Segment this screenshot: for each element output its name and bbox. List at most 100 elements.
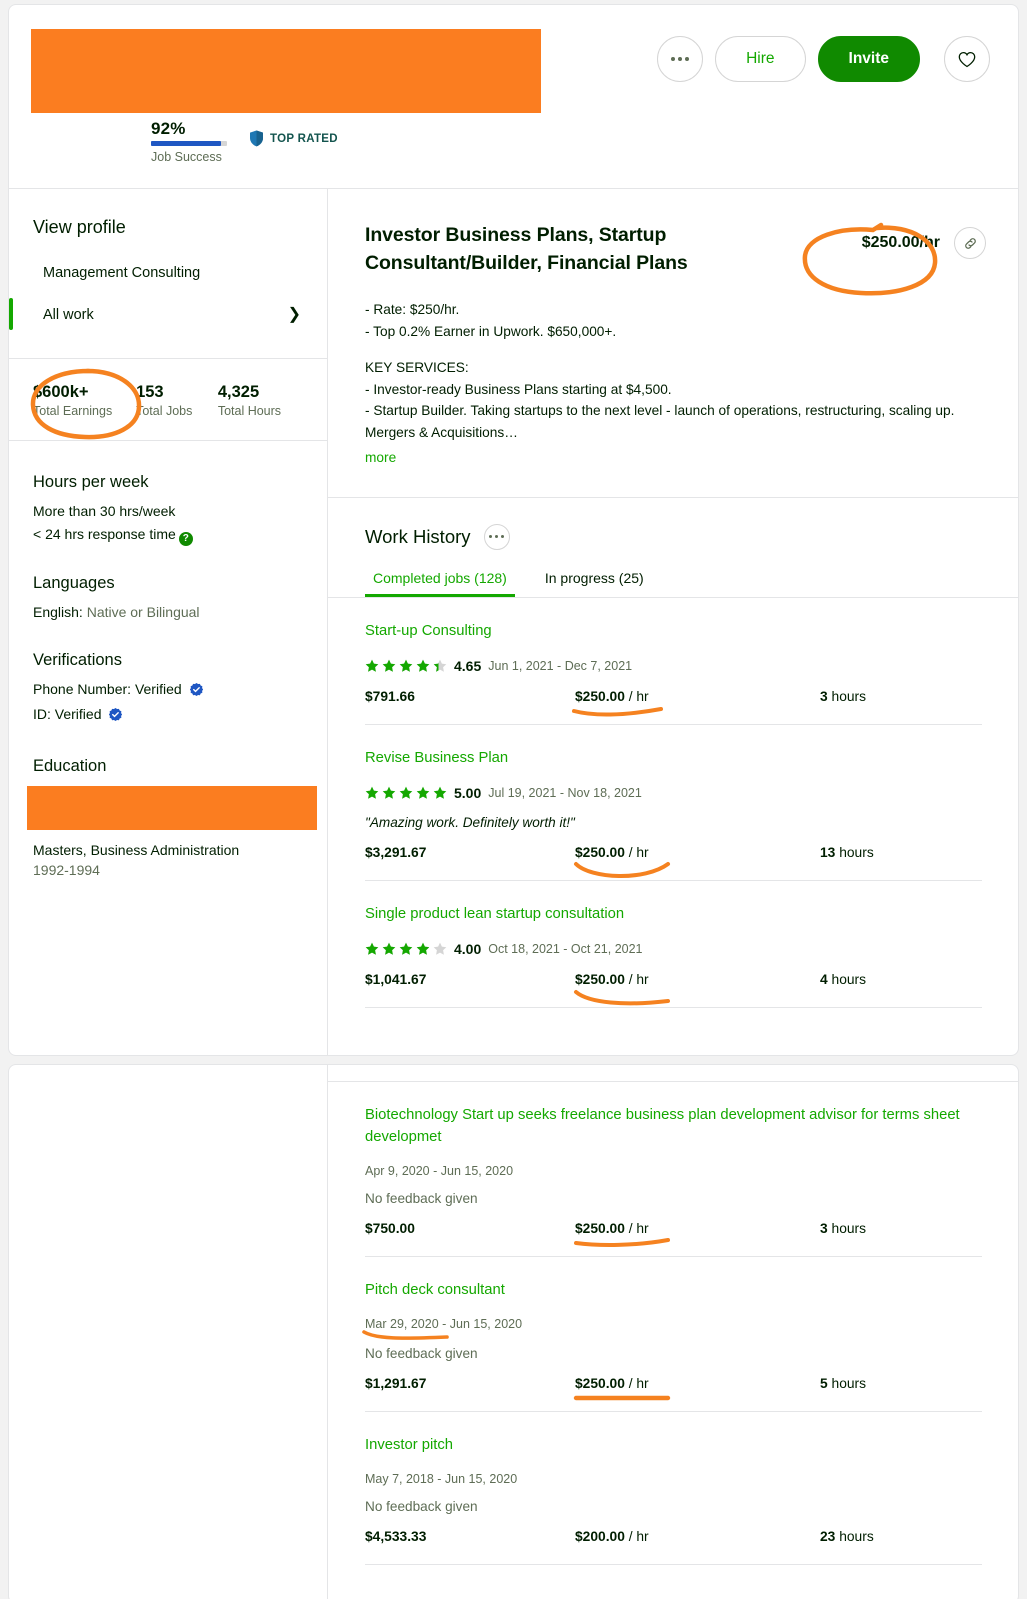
work-history-item: Pitch deck consultant Mar 29, 2020 - Jun… (362, 1257, 982, 1412)
job-hours: 3 hours (820, 1221, 866, 1236)
sidebar-item-label: Management Consulting (43, 265, 201, 281)
verification-label: Phone Number: (33, 680, 132, 697)
rate-annotation-underline (574, 1238, 670, 1247)
job-feedback: No feedback given (365, 1499, 478, 1514)
job-title-link[interactable]: Start-up Consulting (365, 620, 982, 642)
job-rate-unit: / hr (628, 1221, 649, 1236)
rate-annotation-underline (574, 989, 670, 1005)
job-hours-value: 5 (820, 1376, 828, 1391)
more-options-button[interactable] (657, 36, 704, 82)
description-line: KEY SERVICES: (365, 360, 469, 375)
main-column: Investor Business Plans, Startup Consult… (328, 189, 1018, 1008)
job-rate: $250.00 / hr (575, 845, 820, 860)
ellipsis-icon (489, 535, 505, 538)
sidebar-details: Hours per week More than 30 hrs/week < 2… (9, 473, 327, 880)
job-title-link[interactable]: Revise Business Plan (365, 747, 982, 769)
hire-button[interactable]: Hire (715, 36, 806, 82)
job-title-link[interactable]: Investor pitch (365, 1434, 982, 1456)
job-earnings: $4,533.33 (365, 1529, 427, 1544)
header-actions: Hire Invite (657, 36, 920, 82)
description-line: - Startup Builder. Taking startups to th… (365, 403, 955, 440)
verification-status: Verified (54, 705, 102, 722)
total-jobs-label: Total Jobs (136, 404, 193, 418)
work-history-tabs: Completed jobs (128) In progress (25) (365, 570, 982, 597)
job-figures: $4,533.33 $200.00 / hr 23 hours (365, 1529, 982, 1544)
verified-check-icon (109, 707, 123, 721)
education-title: Education (33, 756, 107, 775)
profile-page: 92% Job Success TOP RATED Hire Invite Vi… (0, 0, 1027, 1599)
job-title-link[interactable]: Single product lean startup consultation (365, 903, 982, 925)
job-rate: $250.00 / hr (575, 1221, 820, 1236)
stats-row: $600k+ Total Earnings 153 Total Jobs 4,3… (9, 359, 327, 440)
job-rate-unit: / hr (628, 688, 649, 704)
page-title: Investor Business Plans, Startup Consult… (365, 224, 688, 274)
dates-annotation-underline (362, 1330, 449, 1340)
rate-annotation-underline (574, 861, 670, 878)
job-dates: May 7, 2018 - Jun 15, 2020 (365, 1472, 518, 1486)
work-history-title: Work History (365, 525, 471, 547)
job-dates: Jun 1, 2021 - Dec 7, 2021 (488, 658, 633, 673)
job-hours-value: 23 (820, 1529, 836, 1544)
job-hours: 13 hours (820, 845, 874, 860)
view-profile-title[interactable]: View profile (33, 189, 303, 238)
total-earnings-value: $600k+ (33, 383, 89, 401)
sidebar-item-all-work[interactable]: All work ❯ (9, 294, 303, 336)
ellipsis-icon (671, 57, 690, 61)
job-rate-unit: / hr (628, 1376, 649, 1391)
languages-title: Languages (33, 573, 115, 592)
description-line: - Top 0.2% Earner in Upwork. $650,000+. (365, 323, 617, 339)
sidebar-item-label: All work (43, 307, 94, 323)
hourly-rate-group: $250.00/hr (862, 227, 986, 259)
job-earnings: $3,291.67 (365, 844, 427, 860)
invite-button[interactable]: Invite (817, 36, 920, 82)
hours-per-week-title: Hours per week (33, 473, 149, 491)
job-hours: 5 hours (820, 1376, 866, 1391)
total-jobs-stat: 153 Total Jobs (136, 381, 218, 420)
response-time-text: < 24 hrs response time (33, 526, 176, 542)
question-mark-icon[interactable]: ? (178, 531, 193, 546)
language-level: Native or Bilingual (86, 603, 200, 620)
work-history-item: Single product lean startup consultation… (365, 881, 982, 1008)
job-hours: 23 hours (820, 1529, 874, 1544)
sidebar: View profile Management Consulting All w… (9, 189, 327, 880)
job-success-percent: 92% (151, 119, 186, 138)
job-rate-value: $250.00 (575, 1221, 625, 1236)
job-rate-value: $200.00 (575, 1529, 625, 1544)
job-rate: $250.00 / hr (575, 1376, 820, 1391)
rate-annotation-underline (573, 1395, 671, 1401)
copy-link-button[interactable] (954, 227, 986, 259)
work-history-item: Start-up Consulting 4.65 Jun 1, 2021 - D… (365, 598, 982, 725)
job-rate: $250.00 / hr (575, 689, 820, 704)
job-rate-value: $250.00 (575, 688, 625, 704)
job-hours-unit: hours (839, 844, 874, 860)
job-hours-value: 3 (820, 688, 828, 704)
job-rating-row: 5.00 Jul 19, 2021 - Nov 18, 2021 (365, 785, 982, 801)
favorite-button[interactable] (944, 36, 990, 82)
chevron-right-icon: ❯ (287, 306, 301, 323)
job-hours-unit: hours (839, 1529, 874, 1544)
job-title-link[interactable]: Pitch deck consultant (365, 1279, 982, 1301)
tab-completed-jobs[interactable]: Completed jobs (128) (365, 570, 515, 597)
work-history-menu-button[interactable] (483, 523, 510, 550)
work-history-item: Biotechnology Start up seeks freelance b… (365, 1082, 982, 1257)
tab-in-progress[interactable]: In progress (25) (537, 570, 652, 597)
description-line: - Investor-ready Business Plans starting… (365, 381, 672, 397)
sidebar-item-management-consulting[interactable]: Management Consulting (33, 252, 303, 294)
education-years: 1992-1994 (33, 861, 100, 878)
total-earnings-label: Total Earnings (33, 404, 113, 418)
verified-check-icon (189, 682, 203, 696)
total-jobs-value: 153 (136, 383, 164, 401)
job-hours-unit: hours (831, 971, 867, 987)
job-rate-value: $250.00 (575, 971, 625, 987)
top-rated-label: TOP RATED (270, 132, 338, 145)
more-link[interactable]: more (365, 447, 396, 469)
star-rating-icon (365, 942, 447, 956)
verification-phone: Phone Number: Verified (33, 679, 303, 700)
job-dates: Jul 19, 2021 - Nov 18, 2021 (488, 785, 642, 800)
language-name: English: (33, 603, 83, 620)
verification-status: Verified (134, 680, 182, 697)
profile-card-bottom: Biotechnology Start up seeks freelance b… (8, 1064, 1019, 1599)
sidebar-divider (9, 440, 327, 441)
job-title-link[interactable]: Biotechnology Start up seeks freelance b… (365, 1104, 982, 1148)
job-earnings: $1,291.67 (365, 1376, 427, 1391)
